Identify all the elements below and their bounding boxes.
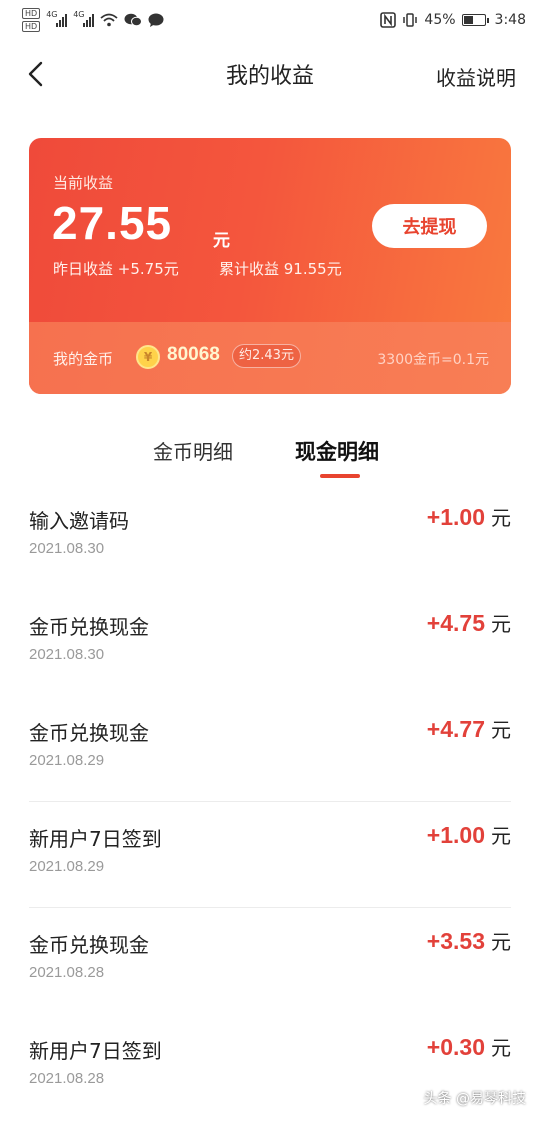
nfc-icon xyxy=(380,12,397,28)
page: HD HD 4G 4G 45% 3:48 我的收益 收益说明 当前收益 27.5… xyxy=(0,0,540,1122)
record-title: 输入邀请码 xyxy=(29,509,129,533)
battery-percent: 45% xyxy=(424,12,456,28)
current-earnings-unit: 元 xyxy=(213,231,230,251)
battery-icon xyxy=(461,14,489,26)
tab-coin-details[interactable]: 金币明细 xyxy=(153,436,233,465)
coin-approx-badge: 约2.43元 xyxy=(232,344,301,368)
current-earnings-label: 当前收益 xyxy=(53,174,114,192)
back-arrow-icon[interactable] xyxy=(24,60,52,88)
list-item: 新用户7日签到 2021.08.29 +1.00 元 xyxy=(0,802,540,908)
record-unit: 元 xyxy=(491,930,511,954)
hd-badge-1: HD xyxy=(22,8,41,19)
earnings-summary: 当前收益 27.55 元 昨日收益 +5.75元 累计收益 91.55元 去提现 xyxy=(29,138,511,322)
record-date: 2021.08.30 xyxy=(29,540,105,557)
record-amount-group: +1.00 元 xyxy=(427,820,511,849)
status-left: HD HD 4G 4G xyxy=(22,8,164,32)
record-amount-group: +4.77 元 xyxy=(427,714,511,743)
record-amount-group: +3.53 元 xyxy=(427,926,511,955)
network-type-label: 4G xyxy=(46,10,58,19)
withdraw-button[interactable]: 去提现 xyxy=(372,204,487,248)
record-amount-group: +1.00 元 xyxy=(427,502,511,531)
record-amount-group: +4.75 元 xyxy=(427,608,511,637)
record-unit: 元 xyxy=(491,612,511,636)
list-item: 金币兑换现金 2021.08.28 +3.53 元 xyxy=(0,908,540,1014)
status-right: 45% 3:48 xyxy=(380,12,526,28)
earnings-card: 当前收益 27.55 元 昨日收益 +5.75元 累计收益 91.55元 去提现… xyxy=(29,138,511,394)
coin-balance-bar: 我的金币 ¥ 80068 约2.43元 3300金币=0.1元 xyxy=(29,322,511,394)
watermark: 头条 @易琴科技 xyxy=(423,1091,526,1107)
record-unit: 元 xyxy=(491,718,511,742)
coin-exchange-rate: 3300金币=0.1元 xyxy=(377,352,489,368)
detail-tabs: 金币明细 现金明细 xyxy=(0,432,540,482)
record-unit: 元 xyxy=(491,1036,511,1060)
record-title: 新用户7日签到 xyxy=(29,1039,162,1063)
wifi-icon xyxy=(100,13,118,27)
hd-icon: HD HD xyxy=(22,8,41,32)
network-type-label: 4G xyxy=(73,10,85,19)
signal-icon: 4G xyxy=(73,10,95,27)
record-amount-group: +0.30 元 xyxy=(427,1032,511,1061)
list-item: 金币兑换现金 2021.08.30 +4.75 元 xyxy=(0,590,540,696)
hd-badge-2: HD xyxy=(22,21,41,32)
vibrate-icon xyxy=(403,13,418,27)
wechat-icon xyxy=(124,13,143,27)
active-tab-indicator xyxy=(320,474,360,478)
record-title: 新用户7日签到 xyxy=(29,827,162,851)
my-coins-label: 我的金币 xyxy=(53,350,114,368)
earnings-info-link[interactable]: 收益说明 xyxy=(436,62,516,91)
chat-icon xyxy=(148,13,164,27)
signal-icon: 4G xyxy=(46,10,68,27)
record-date: 2021.08.30 xyxy=(29,646,105,663)
tab-cash-details[interactable]: 现金明细 xyxy=(295,436,379,466)
total-earnings: 累计收益 91.55元 xyxy=(219,260,342,278)
record-amount: +4.77 xyxy=(426,716,485,742)
record-amount: +4.75 xyxy=(426,610,485,636)
record-amount: +0.30 xyxy=(426,1034,485,1060)
clock: 3:48 xyxy=(494,12,526,28)
status-bar: HD HD 4G 4G 45% 3:48 xyxy=(0,0,540,40)
record-title: 金币兑换现金 xyxy=(29,615,149,639)
current-earnings-amount: 27.55 xyxy=(52,197,173,249)
record-date: 2021.08.29 xyxy=(29,858,105,875)
nav-header: 我的收益 收益说明 xyxy=(0,46,540,102)
record-amount: +1.00 xyxy=(426,504,485,530)
record-date: 2021.08.28 xyxy=(29,1070,105,1087)
record-unit: 元 xyxy=(491,506,511,530)
record-title: 金币兑换现金 xyxy=(29,721,149,745)
record-amount: +1.00 xyxy=(426,822,485,848)
record-date: 2021.08.28 xyxy=(29,964,105,981)
yesterday-earnings: 昨日收益 +5.75元 xyxy=(53,260,179,278)
record-date: 2021.08.29 xyxy=(29,752,105,769)
coin-amount: 80068 xyxy=(167,344,220,365)
list-item: 金币兑换现金 2021.08.29 +4.77 元 xyxy=(0,696,540,802)
record-unit: 元 xyxy=(491,824,511,848)
list-item: 输入邀请码 2021.08.30 +1.00 元 xyxy=(0,484,540,590)
coin-icon: ¥ xyxy=(136,345,160,369)
record-title: 金币兑换现金 xyxy=(29,933,149,957)
cash-records-list: 输入邀请码 2021.08.30 +1.00 元 金币兑换现金 2021.08.… xyxy=(0,484,540,1120)
record-amount: +3.53 xyxy=(426,928,485,954)
page-title: 我的收益 xyxy=(225,64,314,89)
